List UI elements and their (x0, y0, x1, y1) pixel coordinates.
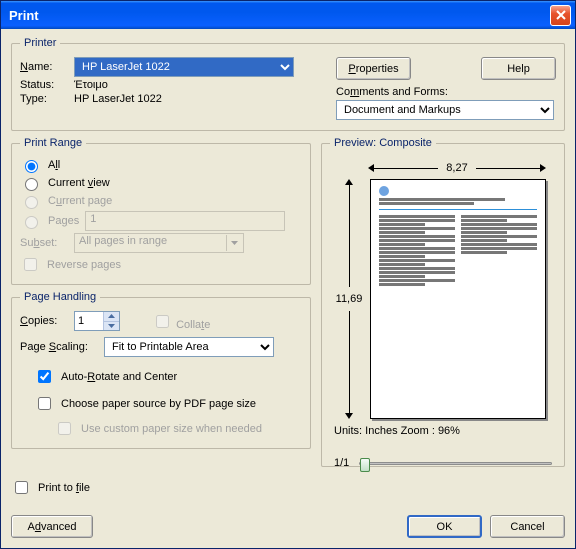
page-width-value: 8,27 (438, 162, 475, 174)
chevron-down-icon (231, 241, 238, 245)
range-pages-input: 1 (85, 211, 285, 231)
printer-name-label: Name: (20, 61, 68, 73)
page-slider[interactable] (359, 462, 552, 465)
reverse-pages-label: Reverse pages (47, 259, 121, 271)
custom-paper-label: Use custom paper size when needed (81, 423, 262, 435)
page-scaling-combo[interactable]: Fit to Printable Area (104, 337, 274, 357)
printer-type-label: Type: (20, 93, 68, 105)
range-currentpage-radio (25, 196, 38, 209)
range-pages-radio (25, 216, 38, 229)
ruler-horizontal: 8,27 (368, 159, 546, 177)
preview-group: Preview: Composite 8,27 11,69 (321, 137, 565, 467)
properties-button[interactable]: Properties (336, 57, 411, 80)
advanced-button[interactable]: Advanced (11, 515, 93, 538)
print-to-file-label: Print to file (38, 482, 90, 494)
auto-rotate-label: Auto-Rotate and Center (61, 371, 177, 383)
copies-up[interactable] (103, 312, 119, 322)
close-button[interactable] (550, 5, 571, 26)
reverse-pages-check (24, 258, 37, 271)
range-currentpage-label: Current page (48, 195, 112, 207)
subset-combo: All pages in range (74, 233, 244, 253)
cancel-button[interactable]: Cancel (490, 515, 565, 538)
page-indicator: 1/1 (334, 457, 349, 469)
ruler-vertical: 11,69 (332, 179, 366, 419)
page-scaling-label: Page Scaling: (20, 341, 98, 353)
page-slider-thumb[interactable] (360, 458, 370, 472)
subset-label: Subset: (20, 237, 68, 249)
collate-check (156, 315, 169, 328)
printer-name-combo[interactable]: HP LaserJet 1022 (74, 57, 294, 77)
copies-spinner[interactable] (74, 311, 120, 331)
close-icon (556, 10, 566, 20)
print-range-group: Print Range All Current view Current pag… (11, 137, 311, 285)
custom-paper-check (58, 422, 71, 435)
preview-legend: Preview: Composite (330, 137, 436, 149)
range-pages-label: Pages (48, 215, 79, 227)
page-handling-group: Page Handling Copies: (11, 291, 311, 449)
page-height-value: 11,69 (336, 287, 363, 311)
ok-button[interactable]: OK (407, 515, 482, 538)
choose-paper-check[interactable] (38, 397, 51, 410)
range-currentview-label: Current view (48, 177, 110, 189)
printer-group: Printer Name: HP LaserJet 1022 Status: Έ… (11, 37, 565, 131)
copies-label: Copies: (20, 315, 68, 327)
printer-legend: Printer (20, 37, 60, 49)
units-label: Units: Inches (334, 425, 398, 437)
help-button[interactable]: Help (481, 57, 556, 80)
auto-rotate-check[interactable] (38, 370, 51, 383)
range-all-label: All (48, 159, 60, 171)
page-thumbnail (370, 179, 546, 419)
collate-label: Collate (176, 319, 210, 331)
preview-box: 8,27 11,69 (332, 159, 554, 419)
copies-value[interactable] (75, 312, 103, 330)
printer-type-value: HP LaserJet 1022 (74, 93, 162, 105)
printer-status-value: Έτοιμο (74, 79, 108, 91)
range-all-radio[interactable] (25, 160, 38, 173)
print-range-legend: Print Range (20, 137, 86, 149)
range-currentview-radio[interactable] (25, 178, 38, 191)
comments-label: Comments and Forms: (336, 86, 448, 98)
page-handling-legend: Page Handling (20, 291, 100, 303)
printer-status-label: Status: (20, 79, 68, 91)
copies-down[interactable] (103, 322, 119, 331)
zoom-label: Zoom : 96% (401, 425, 460, 437)
window-title: Print (9, 8, 550, 23)
print-to-file-check[interactable] (15, 481, 28, 494)
comments-combo[interactable]: Document and Markups (336, 100, 554, 120)
choose-paper-label: Choose paper source by PDF page size (61, 398, 256, 410)
